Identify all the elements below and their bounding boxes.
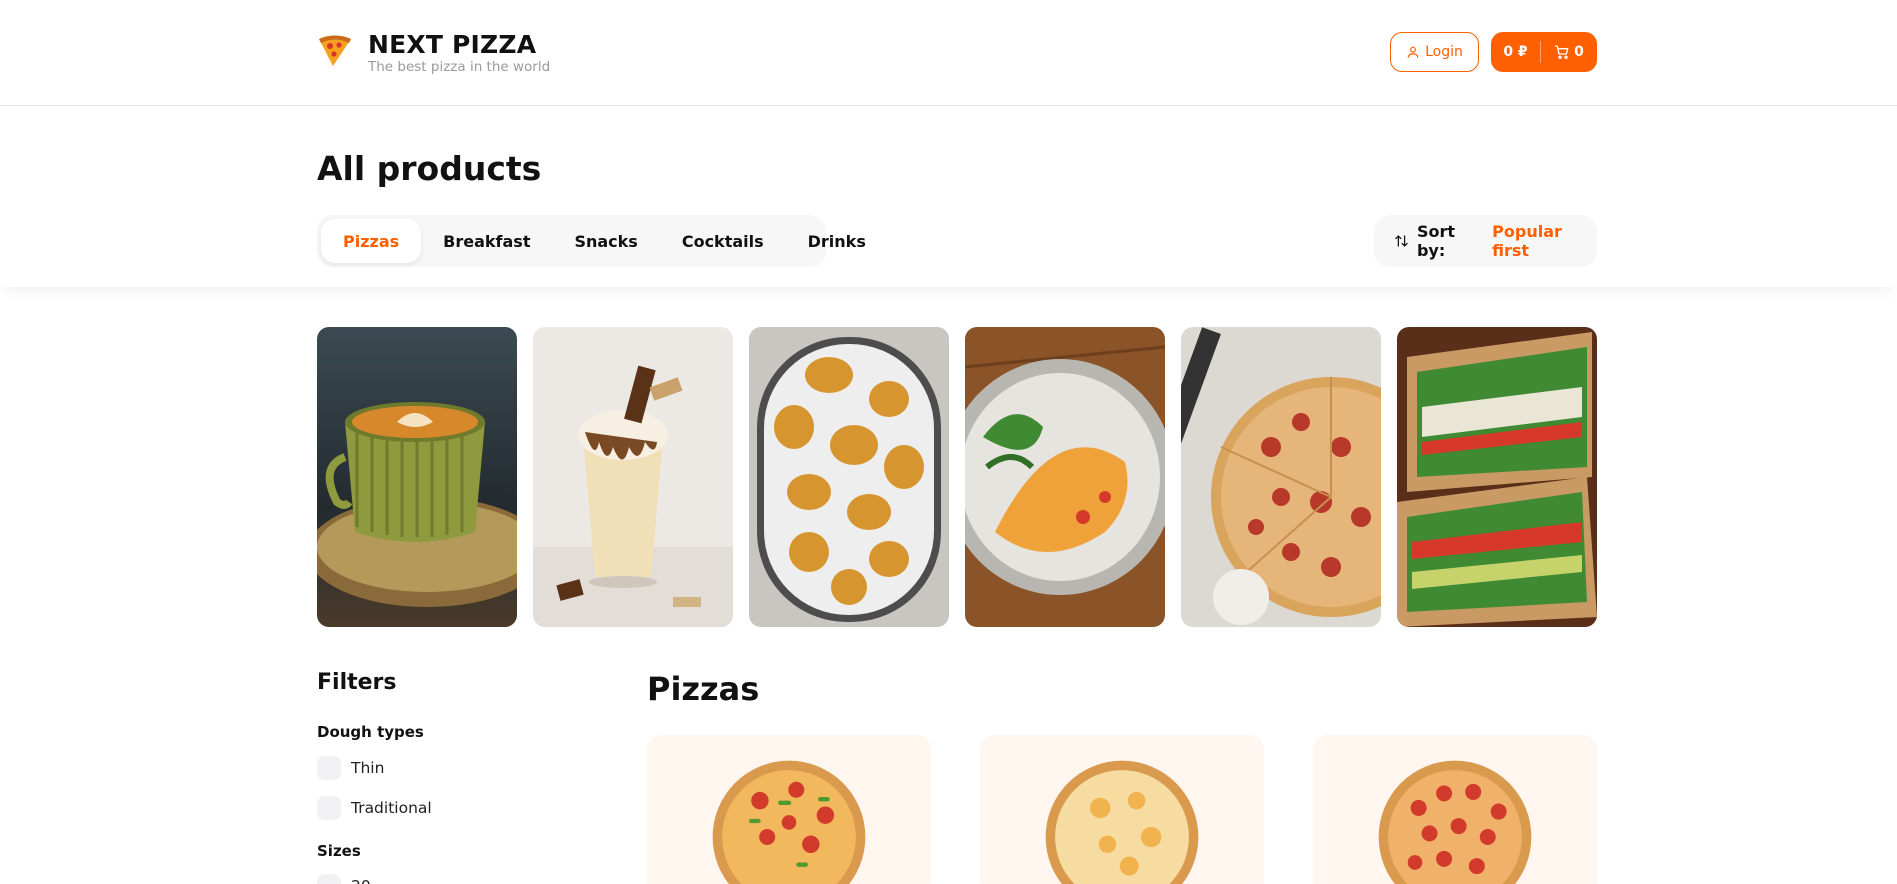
coffee-image [317,327,517,627]
page-title: All products [317,149,542,188]
cart-count-wrap: 0 [1541,44,1597,60]
milkshake-image [533,327,733,627]
sort-label: Sort by: [1416,222,1456,260]
brand-subtitle: The best pizza in the world [368,59,551,75]
sort-selector[interactable]: Sort by: Popular first [1374,215,1597,267]
checkbox[interactable] [317,796,341,820]
cart-button[interactable]: 0 ₽ 0 [1491,32,1597,72]
pizza-slice-icon[interactable] [317,33,353,69]
filter-option-label: Thin [351,759,385,777]
tab-breakfast[interactable]: Breakfast [421,219,552,263]
brand-title[interactable]: NEXT PIZZA [368,30,536,59]
checkbox[interactable] [317,756,341,780]
pizza-cheese-image [1045,760,1199,884]
filter-option-traditional[interactable]: Traditional [317,796,432,820]
cart-count: 0 [1574,44,1584,60]
sort-value: Popular first [1492,222,1562,260]
login-label: Login [1425,44,1463,60]
cart-icon [1554,45,1569,59]
pizza-double-pepperoni-image [1378,760,1532,884]
filter-option-label: Traditional [351,799,432,817]
omelette-image [965,327,1165,627]
story-nuggets[interactable] [749,327,949,627]
product-card[interactable] [1313,735,1597,884]
product-card[interactable] [647,735,931,884]
dough-types-title: Dough types [317,723,424,741]
tab-drinks[interactable]: Drinks [786,219,888,263]
login-button[interactable]: Login [1390,32,1479,72]
sandwich-image [1397,327,1597,627]
filters-title: Filters [317,670,397,695]
pizza-image [1181,327,1381,627]
tab-pizzas[interactable]: Pizzas [321,219,422,263]
product-card[interactable] [980,735,1264,884]
sizes-title: Sizes [317,842,361,860]
tab-cocktails[interactable]: Cocktails [660,219,786,263]
user-icon [1407,46,1419,58]
story-milkshake[interactable] [533,327,733,627]
story-sandwich[interactable] [1397,327,1597,627]
site-header: NEXT PIZZA The best pizza in the world L… [0,0,1897,106]
story-omelette[interactable] [965,327,1165,627]
filter-option-thin[interactable]: Thin [317,756,384,780]
cart-total: 0 ₽ [1503,44,1528,60]
nuggets-image [749,327,949,627]
filter-option-label: 20 [351,877,371,884]
story-coffee[interactable] [317,327,517,627]
top-bar: All products Pizzas Breakfast Snacks Coc… [0,107,1897,287]
story-pizza[interactable] [1181,327,1381,627]
pizza-pepperoni-image [712,760,866,884]
filter-option-size-20[interactable]: 20 [317,874,371,884]
category-tabs: Pizzas Breakfast Snacks Cocktails Drinks [317,215,866,267]
tab-snacks[interactable]: Snacks [552,219,659,263]
section-title-pizzas: Pizzas [647,670,760,708]
checkbox[interactable] [317,874,341,884]
sort-arrows-icon [1395,235,1408,247]
